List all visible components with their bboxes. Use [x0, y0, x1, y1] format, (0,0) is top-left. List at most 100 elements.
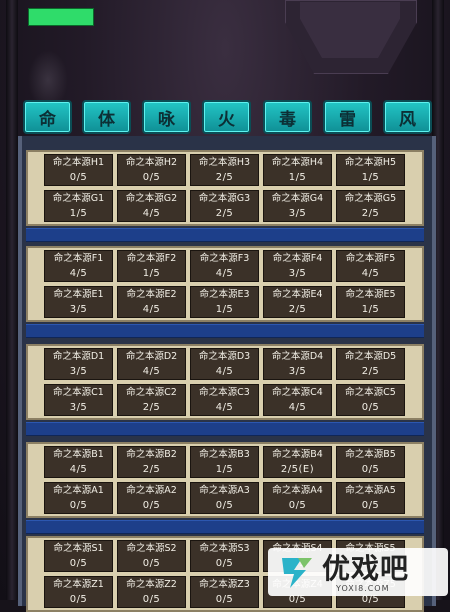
skill-node-level: 3/5 — [288, 268, 307, 279]
skill-node[interactable]: 命之本源S1 0/5 — [44, 540, 113, 572]
watermark-mark-icon — [282, 558, 312, 588]
skill-node-name: 命之本源F4 — [272, 253, 323, 264]
skill-node-level: 2/5 — [361, 208, 380, 219]
skill-node-level: 0/5 — [69, 172, 88, 183]
skill-node[interactable]: 命之本源A4 0/5 — [263, 482, 332, 514]
skill-node-level: 4/5 — [215, 366, 234, 377]
skill-node-name: 命之本源C1 — [53, 387, 104, 398]
skill-node-name: 命之本源G2 — [125, 193, 178, 204]
skill-node-level: 4/5 — [69, 268, 88, 279]
skill-node[interactable]: 命之本源B4 2/5(E) — [263, 446, 332, 478]
skill-node[interactable]: 命之本源Z2 0/5 — [117, 576, 186, 608]
skill-node[interactable]: 命之本源G1 1/5 — [44, 190, 113, 222]
skill-node-level: 0/5 — [142, 172, 161, 183]
skill-node[interactable]: 命之本源F5 4/5 — [336, 250, 405, 282]
skill-node-level: 2/5(E) — [280, 464, 315, 475]
skill-node[interactable]: 命之本源H4 1/5 — [263, 154, 332, 186]
section-divider — [26, 520, 424, 534]
skill-node[interactable]: 命之本源G2 4/5 — [117, 190, 186, 222]
skill-node[interactable]: 命之本源D5 2/5 — [336, 348, 405, 380]
skill-node[interactable]: 命之本源G3 2/5 — [190, 190, 259, 222]
skill-node-level: 0/5 — [142, 558, 161, 569]
skill-node-level: 0/5 — [361, 500, 380, 511]
skill-node-level: 2/5 — [142, 402, 161, 413]
skill-node[interactable]: 命之本源S3 0/5 — [190, 540, 259, 572]
watermark-url: YOXI8.COM — [336, 584, 390, 593]
skill-node[interactable]: 命之本源D3 4/5 — [190, 348, 259, 380]
skill-node-name: 命之本源B3 — [199, 449, 250, 460]
skill-node-name: 命之本源C4 — [272, 387, 323, 398]
tab-yong[interactable]: 咏 — [142, 100, 191, 134]
tab-ming[interactable]: 命 — [23, 100, 72, 134]
skill-node-level: 4/5 — [142, 304, 161, 315]
skill-node[interactable]: 命之本源A5 0/5 — [336, 482, 405, 514]
tab-ti[interactable]: 体 — [82, 100, 131, 134]
skill-node-name: 命之本源Z1 — [53, 579, 104, 590]
skill-node[interactable]: 命之本源B3 1/5 — [190, 446, 259, 478]
skill-node-name: 命之本源H3 — [198, 157, 251, 168]
skill-node[interactable]: 命之本源G4 3/5 — [263, 190, 332, 222]
skill-node-name: 命之本源F2 — [126, 253, 177, 264]
skill-node[interactable]: 命之本源H1 0/5 — [44, 154, 113, 186]
skill-node-level: 4/5 — [69, 464, 88, 475]
skill-node-level: 0/5 — [361, 402, 380, 413]
skill-node[interactable]: 命之本源C3 4/5 — [190, 384, 259, 416]
skill-node-name: 命之本源S2 — [126, 543, 177, 554]
skill-node[interactable]: 命之本源H3 2/5 — [190, 154, 259, 186]
tab-feng[interactable]: 风 — [383, 100, 432, 134]
skill-node[interactable]: 命之本源A2 0/5 — [117, 482, 186, 514]
skill-node[interactable]: 命之本源C5 0/5 — [336, 384, 405, 416]
skill-node[interactable]: 命之本源B2 2/5 — [117, 446, 186, 478]
skill-node[interactable]: 命之本源C4 4/5 — [263, 384, 332, 416]
skill-node-level: 1/5 — [69, 208, 88, 219]
skill-node[interactable]: 命之本源E2 4/5 — [117, 286, 186, 318]
skill-node-name: 命之本源S3 — [199, 543, 250, 554]
skill-node[interactable]: 命之本源C1 3/5 — [44, 384, 113, 416]
skill-node[interactable]: 命之本源E1 3/5 — [44, 286, 113, 318]
skill-node-name: 命之本源D2 — [125, 351, 178, 362]
skill-node-name: 命之本源F3 — [199, 253, 250, 264]
skill-node-level: 4/5 — [361, 268, 380, 279]
skill-node-level: 2/5 — [361, 366, 380, 377]
skill-node-name: 命之本源E1 — [53, 289, 104, 300]
tab-du[interactable]: 毒 — [263, 100, 312, 134]
skill-node-level: 1/5 — [361, 172, 380, 183]
skill-node-name: 命之本源C5 — [345, 387, 396, 398]
skill-node[interactable]: 命之本源E3 1/5 — [190, 286, 259, 318]
skill-node-level: 1/5 — [361, 304, 380, 315]
skill-node[interactable]: 命之本源E5 1/5 — [336, 286, 405, 318]
skill-node[interactable]: 命之本源F3 4/5 — [190, 250, 259, 282]
skill-node[interactable]: 命之本源D2 4/5 — [117, 348, 186, 380]
skill-node-level: 3/5 — [288, 366, 307, 377]
skill-node-name: 命之本源H4 — [271, 157, 324, 168]
skill-node[interactable]: 命之本源F1 4/5 — [44, 250, 113, 282]
skill-node[interactable]: 命之本源C2 2/5 — [117, 384, 186, 416]
skill-node[interactable]: 命之本源H5 1/5 — [336, 154, 405, 186]
skill-node[interactable]: 命之本源E4 2/5 — [263, 286, 332, 318]
skill-node-name: 命之本源E4 — [272, 289, 323, 300]
skill-node[interactable]: 命之本源A1 0/5 — [44, 482, 113, 514]
skill-node[interactable]: 命之本源F4 3/5 — [263, 250, 332, 282]
section-divider — [26, 228, 424, 242]
skill-node-level: 1/5 — [215, 464, 234, 475]
skill-node-name: 命之本源A2 — [126, 485, 177, 496]
tab-huo[interactable]: 火 — [202, 100, 251, 134]
skill-node-level: 0/5 — [215, 500, 234, 511]
skill-node[interactable]: 命之本源H2 0/5 — [117, 154, 186, 186]
skill-node[interactable]: 命之本源Z3 0/5 — [190, 576, 259, 608]
skill-node-name: 命之本源C2 — [126, 387, 177, 398]
skill-node[interactable]: 命之本源S2 0/5 — [117, 540, 186, 572]
skill-node[interactable]: 命之本源D1 3/5 — [44, 348, 113, 380]
skill-node[interactable]: 命之本源F2 1/5 — [117, 250, 186, 282]
skill-node[interactable]: 命之本源B5 0/5 — [336, 446, 405, 478]
skill-node-name: 命之本源E2 — [126, 289, 177, 300]
skill-node[interactable]: 命之本源B1 4/5 — [44, 446, 113, 478]
skill-node-level: 2/5 — [215, 208, 234, 219]
skill-node[interactable]: 命之本源A3 0/5 — [190, 482, 259, 514]
skill-node[interactable]: 命之本源Z1 0/5 — [44, 576, 113, 608]
skill-node-level: 2/5 — [288, 304, 307, 315]
skill-node[interactable]: 命之本源G5 2/5 — [336, 190, 405, 222]
skill-node-name: 命之本源B5 — [345, 449, 396, 460]
skill-node[interactable]: 命之本源D4 3/5 — [263, 348, 332, 380]
tab-lei[interactable]: 雷 — [323, 100, 372, 134]
